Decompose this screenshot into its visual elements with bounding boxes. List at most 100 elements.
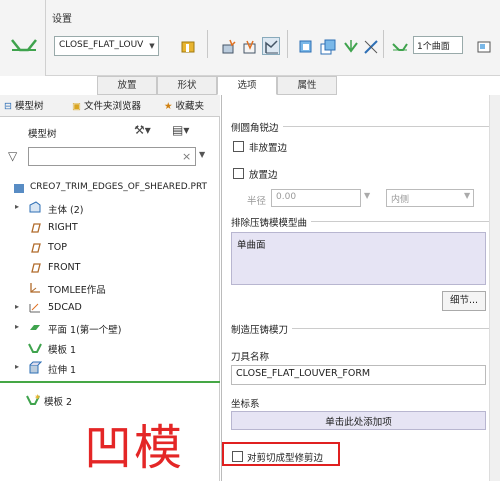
tool-name-label: 刀具名称 [231, 352, 270, 363]
tree-item-label: TOP [48, 242, 68, 253]
annotation-text: 凹模 [84, 420, 185, 476]
tree-item-label: 模板 1 [48, 345, 77, 356]
model-tree-icon: ⊟ [4, 101, 15, 112]
side-edge-section-title: 侧圆角锐边 [231, 120, 283, 134]
exclude-item: 单曲面 [237, 240, 266, 251]
flat-wall-icon [28, 321, 42, 334]
tree-item[interactable]: ✱ 模板 2 [0, 391, 220, 409]
tab-label: 收藏夹 [175, 101, 205, 112]
csys-label: 坐标系 [231, 399, 260, 410]
ribbon: 设置 CLOSE_FLAT_LOUV ▼ 1个曲面 [0, 0, 500, 76]
model-tree-label: 模型树 [28, 129, 57, 140]
tree-item[interactable]: ▸ 5DCAD [0, 299, 220, 317]
radius-field[interactable]: 0.00 [271, 189, 361, 207]
folder-icon[interactable] [178, 37, 196, 55]
tree-item-label: FRONT [48, 262, 81, 273]
flat-icon[interactable] [262, 37, 280, 55]
tree-item[interactable]: ▸ 拉伸 1 [0, 359, 220, 377]
sketch-icon [28, 301, 42, 314]
tree-item[interactable]: ▸ 平面 1(第一个壁) [0, 319, 220, 337]
tab-shape[interactable]: 形状 [157, 76, 217, 95]
tab-favorites[interactable]: ★ 收藏夹 [164, 98, 204, 112]
form-select[interactable]: CLOSE_FLAT_LOUV [54, 36, 159, 56]
place-edge-label: 放置边 [249, 170, 278, 181]
details-button[interactable]: 细节... [442, 291, 486, 311]
expand-icon[interactable]: ▸ [15, 362, 19, 371]
expand-icon[interactable]: ▸ [15, 202, 19, 211]
surface-collector[interactable]: 1个曲面 [413, 36, 463, 54]
tree-item-label: 模板 2 [44, 397, 73, 408]
tree-item[interactable]: RIGHT [0, 219, 220, 237]
divider [383, 30, 384, 58]
tab-properties[interactable]: 属性 [277, 76, 337, 95]
side-select[interactable]: 内侧 [386, 189, 474, 207]
panel-tabs: ⊟ 模型树 ▣ 文件夹浏览器 ★ 收藏夹 [0, 95, 220, 117]
scrollbar[interactable] [489, 95, 500, 481]
extrude-icon [28, 361, 43, 374]
ref-icon[interactable] [219, 37, 237, 55]
tab-options[interactable]: 选项 [217, 76, 277, 95]
sheet-icon[interactable] [296, 37, 314, 55]
manufacture-section-title: 制造压铸模刀 [231, 322, 293, 336]
no-place-edge-label: 非放置边 [249, 143, 288, 154]
exclude-surface-collector[interactable]: 单曲面 [231, 232, 486, 285]
filter-icon: ▽ [8, 149, 18, 163]
show-icon[interactable]: ▤▾ [172, 123, 189, 137]
options-panel: 侧圆角锐边 非放置边 放置边 半径 0.00 ▼ 内侧 ▼ 排除压铸模模型曲 单… [221, 95, 500, 481]
spark-icon[interactable] [240, 37, 258, 55]
csys-collector[interactable]: 单击此处添加项 [231, 411, 486, 430]
divider [287, 30, 288, 58]
tree-item[interactable]: ▸ 主体 (2) [0, 199, 220, 217]
tab-model-tree[interactable]: ⊟ 模型树 [4, 98, 44, 112]
radius-label: 半径 [247, 196, 267, 207]
chevron-down-icon[interactable]: ▼ [464, 191, 470, 200]
feature-icon-strip [0, 0, 46, 76]
chevron-down-icon[interactable]: ▼ [364, 191, 370, 200]
clear-icon[interactable]: × [182, 150, 191, 163]
tab-label: 模型树 [14, 101, 44, 112]
datum-plane-icon [28, 261, 42, 274]
tool-name-field[interactable]: CLOSE_FLAT_LOUVER_FORM [231, 365, 486, 385]
punch-icon[interactable] [341, 37, 359, 55]
folder-icon: ▣ [72, 101, 84, 112]
part-icon [12, 181, 26, 194]
place-edge-checkbox[interactable] [233, 168, 244, 179]
filter-dropdown-icon[interactable]: ▼ [199, 150, 205, 159]
form-new-icon: ✱ [26, 393, 40, 406]
form-icon [28, 341, 42, 354]
quilt-icon[interactable] [390, 37, 408, 55]
tab-placement[interactable]: 放置 [97, 76, 157, 95]
tree-item-label: TOMLEE作品 [48, 285, 106, 296]
tree-item[interactable]: TOP [0, 239, 220, 257]
tree-item-label: 拉伸 1 [48, 365, 77, 376]
settings-group-label: 设置 [52, 14, 72, 25]
body-icon [28, 201, 42, 214]
tree-item-label: RIGHT [48, 222, 78, 233]
datum-plane-icon [28, 221, 42, 234]
settings-icon[interactable]: ⚒▾ [134, 123, 151, 137]
tree-item[interactable]: TOMLEE作品 [0, 279, 220, 297]
favorites-icon: ★ [164, 101, 176, 112]
tree-item[interactable]: FRONT [0, 259, 220, 277]
expand-icon[interactable]: ▸ [15, 302, 19, 311]
extra-icon[interactable] [474, 37, 492, 55]
copy-icon[interactable] [318, 37, 336, 55]
search-input[interactable] [28, 147, 196, 166]
tree-item[interactable]: CREO7_TRIM_EDGES_OF_SHEARED.PRT [0, 179, 220, 197]
expand-icon[interactable]: ▸ [15, 322, 19, 331]
no-place-edge-checkbox[interactable] [233, 141, 244, 152]
tab-label: 文件夹浏览器 [84, 101, 142, 112]
trim-icon[interactable] [361, 37, 379, 55]
tree-item-label: 5DCAD [48, 302, 82, 313]
chevron-down-icon[interactable]: ▼ [146, 37, 158, 55]
highlight-box [222, 442, 340, 466]
exclude-section-title: 排除压铸模模型曲 [231, 215, 312, 229]
insert-here-line[interactable] [0, 381, 220, 383]
tree-item-label: 主体 (2) [48, 205, 84, 216]
tree-item[interactable]: 模板 1 [0, 339, 220, 357]
tree-item-label: CREO7_TRIM_EDGES_OF_SHEARED.PRT [30, 182, 208, 192]
svg-text:✱: ✱ [35, 394, 40, 401]
divider [207, 30, 208, 58]
tab-folder-browser[interactable]: ▣ 文件夹浏览器 [72, 98, 141, 112]
louver-form-icon[interactable] [10, 36, 38, 56]
